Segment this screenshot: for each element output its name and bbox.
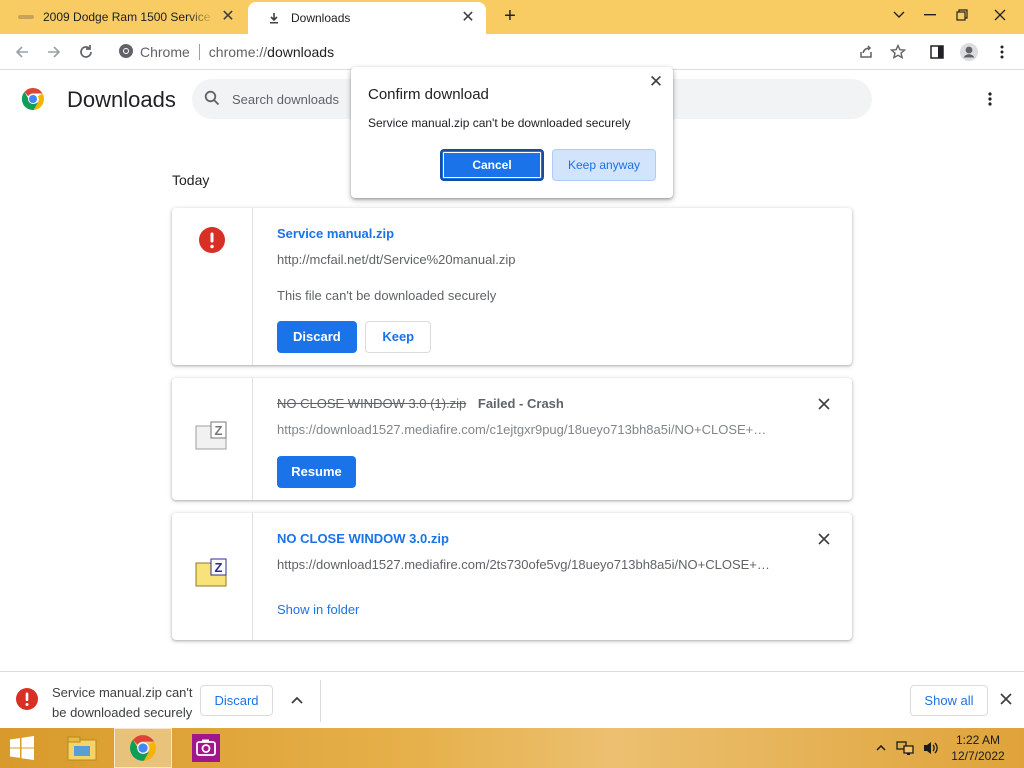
page-title: Downloads [67, 87, 176, 112]
tab-search-icon[interactable] [883, 0, 915, 30]
shelf-divider [320, 680, 321, 722]
more-actions-icon[interactable] [978, 87, 1002, 111]
resume-button[interactable]: Resume [277, 456, 356, 488]
shelf-close-icon[interactable] [996, 689, 1016, 709]
remove-item-icon[interactable] [814, 394, 834, 414]
download-item: Z NO CLOSE WINDOW 3.0 (1).zip Failed - C… [172, 378, 852, 500]
url-host: downloads [267, 44, 335, 60]
side-panel-icon[interactable] [924, 39, 950, 65]
download-item: Z NO CLOSE WINDOW 3.0.zip https://downlo… [172, 513, 852, 640]
bookmark-star-icon[interactable] [885, 39, 911, 65]
show-in-folder-link[interactable]: Show in folder [277, 602, 359, 617]
remove-item-icon[interactable] [814, 529, 834, 549]
tab-close-icon[interactable]: ✕ [220, 9, 236, 25]
chrome-site-icon [118, 43, 134, 62]
shelf-discard-button[interactable]: Discard [200, 685, 273, 716]
file-explorer-icon[interactable] [56, 728, 108, 768]
download-status: Failed - Crash [477, 396, 564, 411]
chrome-logo-icon [21, 87, 45, 111]
file-url: https://download1527.mediafire.com/2ts73… [277, 557, 772, 572]
new-tab-button[interactable]: + [498, 6, 522, 28]
download-icon-column: Z [172, 513, 253, 640]
search-icon [204, 90, 220, 109]
chrome-taskbar-icon[interactable] [114, 728, 172, 768]
download-shelf: Service manual.zip can't be downloaded s… [0, 671, 1024, 728]
tab-title: 2009 Dodge Ram 1500 Service M [43, 10, 214, 24]
clock-date: 12/7/2022 [951, 749, 1005, 763]
keep-anyway-button[interactable]: Keep anyway [552, 149, 656, 181]
svg-text:Z: Z [215, 423, 223, 438]
profile-avatar-icon[interactable] [956, 39, 982, 65]
file-url: http://mcfail.net/dt/Service%20manual.zi… [277, 252, 516, 267]
camera-app-icon[interactable] [180, 728, 232, 768]
chevron-up-icon[interactable] [285, 688, 309, 712]
back-icon[interactable] [9, 39, 35, 65]
clock-time: 1:22 AM [955, 733, 1001, 747]
cancel-button[interactable]: Cancel [440, 149, 544, 181]
error-icon [199, 227, 225, 365]
tab-close-icon[interactable]: ✕ [460, 10, 476, 26]
windows-taskbar: 1:22 AM 12/7/2022 [0, 728, 1024, 768]
zip-file-icon: Z [195, 558, 229, 640]
download-icon [266, 10, 282, 26]
reload-icon[interactable] [73, 39, 99, 65]
file-name-link[interactable]: NO CLOSE WINDOW 3.0 (1).zip [277, 396, 466, 411]
show-all-button[interactable]: Show all [910, 685, 988, 716]
forward-icon[interactable] [41, 39, 67, 65]
omnibox-divider [198, 44, 200, 60]
discard-button[interactable]: Discard [277, 321, 357, 353]
volume-icon[interactable] [920, 728, 942, 768]
keep-button[interactable]: Keep [365, 321, 432, 353]
download-icon-column: Z [172, 378, 253, 500]
browser-toolbar: Chrome chrome://downloads [0, 34, 1024, 70]
tab-downloads[interactable]: Downloads ✕ [248, 2, 486, 34]
url-scheme: chrome:// [208, 44, 268, 60]
dialog-message: Service manual.zip can't be downloaded s… [368, 116, 631, 130]
download-item: Service manual.zip http://mcfail.net/dt/… [172, 208, 852, 365]
system-clock[interactable]: 1:22 AM 12/7/2022 [946, 732, 1010, 764]
tab-title: Downloads [291, 11, 351, 25]
window-close-icon[interactable] [984, 0, 1016, 30]
file-url: https://download1527.mediafire.com/c1ejt… [277, 422, 769, 437]
network-icon[interactable] [894, 728, 916, 768]
confirm-download-dialog: Confirm download ✕ Service manual.zip ca… [351, 67, 673, 198]
download-warning-text: This file can't be downloaded securely [277, 288, 497, 303]
download-icon-column [172, 208, 253, 365]
dialog-title: Confirm download [368, 86, 489, 103]
address-bar[interactable]: Chrome chrome://downloads [108, 38, 848, 66]
minimize-icon[interactable] [914, 0, 946, 30]
date-header: Today [172, 172, 210, 188]
browser-menu-icon[interactable] [989, 39, 1015, 65]
zip-file-icon: Z [195, 421, 229, 500]
windows-start-icon[interactable] [8, 736, 38, 760]
svg-text:Z: Z [215, 560, 223, 575]
site-chip-label: Chrome [140, 44, 190, 60]
file-name-link[interactable]: Service manual.zip [277, 226, 394, 241]
dialog-close-icon[interactable]: ✕ [647, 73, 665, 91]
page-favicon-icon [18, 9, 34, 25]
shelf-item-text[interactable]: Service manual.zip can't be downloaded s… [52, 683, 197, 723]
share-icon[interactable] [853, 39, 879, 65]
title-bar: 2009 Dodge Ram 1500 Service M ✕ Download… [0, 0, 1024, 34]
show-hidden-icons-icon[interactable] [872, 728, 890, 768]
file-name-link[interactable]: NO CLOSE WINDOW 3.0.zip [277, 531, 449, 546]
restore-icon[interactable] [946, 0, 978, 30]
url-text: chrome://downloads [209, 44, 334, 60]
tab-service-manual[interactable]: 2009 Dodge Ram 1500 Service M ✕ [0, 0, 246, 34]
error-icon [16, 688, 38, 710]
